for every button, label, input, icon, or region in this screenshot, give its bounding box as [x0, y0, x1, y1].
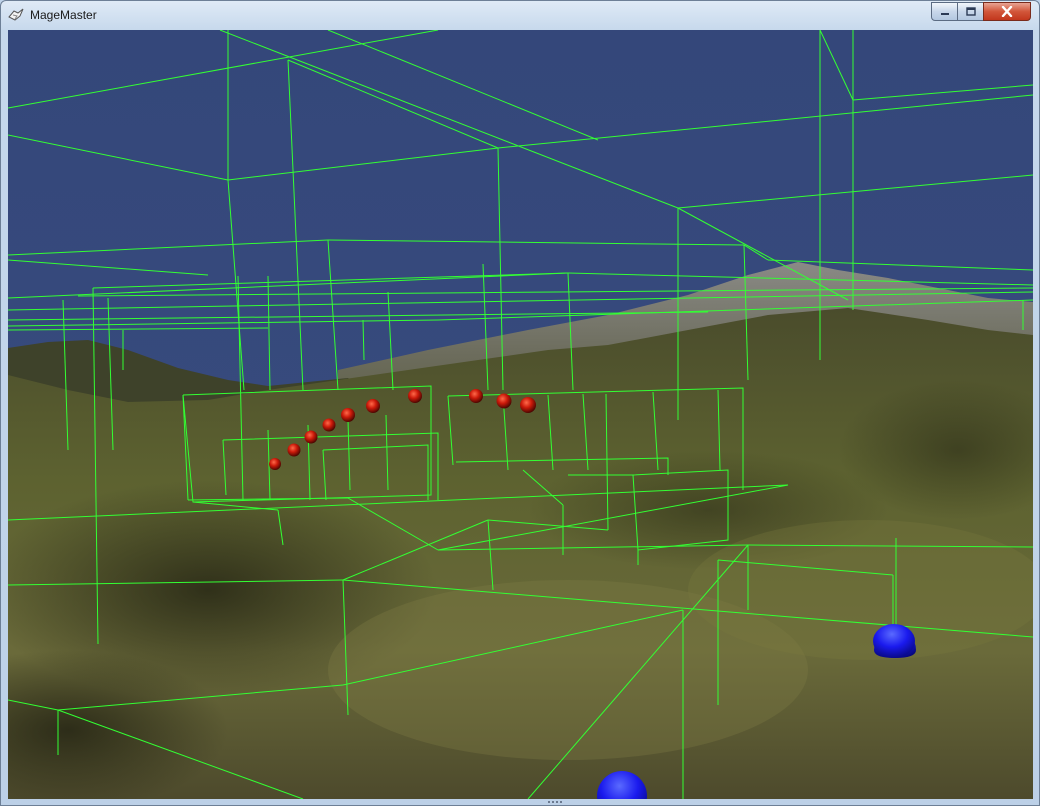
enemy-sphere[interactable] — [304, 430, 318, 444]
game-viewport[interactable] — [8, 30, 1033, 799]
close-button[interactable] — [983, 2, 1031, 21]
app-window: MageMaster — [0, 0, 1040, 806]
close-icon — [1001, 6, 1013, 17]
enemy-sphere[interactable] — [408, 389, 422, 403]
enemy-sphere[interactable] — [269, 458, 281, 470]
enemy-sphere[interactable] — [366, 399, 380, 413]
app-icon — [8, 8, 24, 21]
enemy-sphere[interactable] — [287, 443, 301, 457]
resize-grip-icon[interactable] — [547, 800, 563, 805]
enemy-sphere[interactable] — [469, 389, 483, 403]
enemy-sphere[interactable] — [341, 408, 355, 422]
terrain-highlight — [688, 520, 1033, 660]
maximize-button[interactable] — [957, 2, 984, 21]
minimize-button[interactable] — [931, 2, 958, 21]
minimize-icon — [940, 12, 949, 15]
game-scene[interactable] — [8, 30, 1033, 799]
enemy-sphere[interactable] — [520, 397, 536, 413]
player-sphere[interactable] — [873, 624, 915, 658]
enemy-sphere[interactable] — [322, 418, 336, 432]
title-bar[interactable]: MageMaster — [1, 1, 1039, 29]
maximize-icon — [965, 7, 976, 16]
enemy-sphere[interactable] — [496, 393, 512, 409]
window-title: MageMaster — [30, 8, 97, 22]
